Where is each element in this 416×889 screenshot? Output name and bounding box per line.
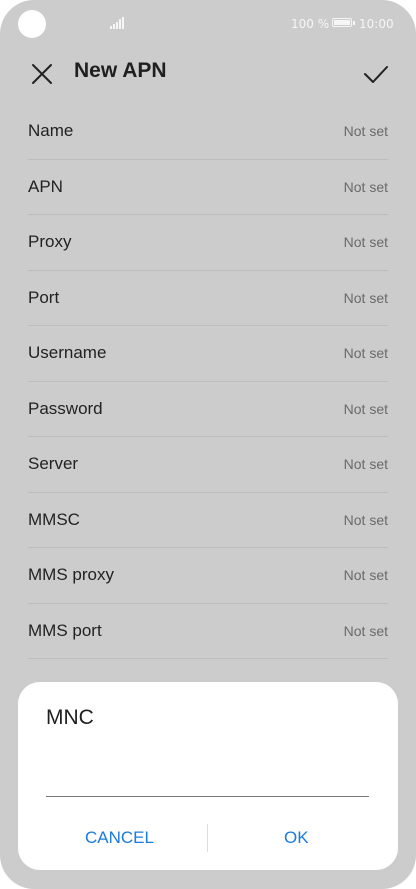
setting-value: Not set (343, 511, 388, 528)
list-item[interactable]: MMSC Not set (28, 493, 388, 548)
status-time: 10:00 (359, 17, 394, 31)
setting-label: MMS proxy (28, 565, 114, 584)
setting-value: Not set (343, 345, 388, 361)
mnc-input[interactable] (46, 758, 369, 797)
setting-value: Not set (343, 123, 388, 139)
setting-value: Not set (343, 567, 388, 583)
list-item[interactable]: MMS proxy Not set (28, 548, 388, 604)
setting-value: Not set (343, 456, 388, 472)
setting-label: Password (28, 398, 103, 418)
setting-value: Not set (343, 289, 388, 306)
list-item[interactable]: Proxy Not set (28, 215, 388, 271)
list-item[interactable]: Server Not set (28, 437, 388, 493)
setting-label: MMSC (28, 509, 80, 529)
list-item[interactable]: Password Not set (28, 382, 388, 437)
battery-percent: 100 % (291, 17, 330, 31)
list-item[interactable]: Username Not set (28, 326, 388, 382)
list-item[interactable]: MMS port Not set (28, 604, 388, 659)
close-icon[interactable] (28, 60, 56, 88)
device-screen: 100 % 10:00 New APN Name Not set APN Not… (0, 0, 416, 889)
button-divider (207, 824, 208, 852)
dialog-title: MNC (46, 706, 94, 729)
setting-value: Not set (343, 400, 388, 417)
list-item[interactable]: APN Not set (28, 160, 388, 215)
status-bar: 100 % 10:00 (0, 0, 416, 48)
setting-value: Not set (343, 178, 388, 195)
setting-label: Name (28, 121, 74, 140)
signal-icon (110, 17, 124, 29)
cancel-button[interactable]: CANCEL (85, 828, 154, 848)
setting-label: APN (28, 176, 63, 196)
ok-button[interactable]: OK (284, 828, 309, 848)
setting-value: Not set (343, 234, 388, 250)
setting-label: Proxy (28, 232, 72, 251)
app-bar: New APN (0, 48, 416, 100)
check-icon[interactable] (362, 60, 390, 88)
camera-cutout (18, 10, 46, 38)
setting-label: Server (28, 454, 79, 473)
list-item[interactable]: Name Not set (28, 104, 388, 160)
mnc-dialog: MNC CANCEL OK (18, 682, 398, 870)
list-item[interactable]: Port Not set (28, 271, 388, 326)
setting-label: Port (28, 287, 60, 307)
page-title: New APN (74, 59, 167, 82)
setting-label: Username (28, 343, 107, 362)
battery-icon (332, 18, 355, 27)
apn-settings-list: Name Not set APN Not set Proxy Not set P… (28, 104, 388, 659)
setting-label: MMS port (28, 620, 102, 640)
setting-value: Not set (343, 622, 388, 639)
